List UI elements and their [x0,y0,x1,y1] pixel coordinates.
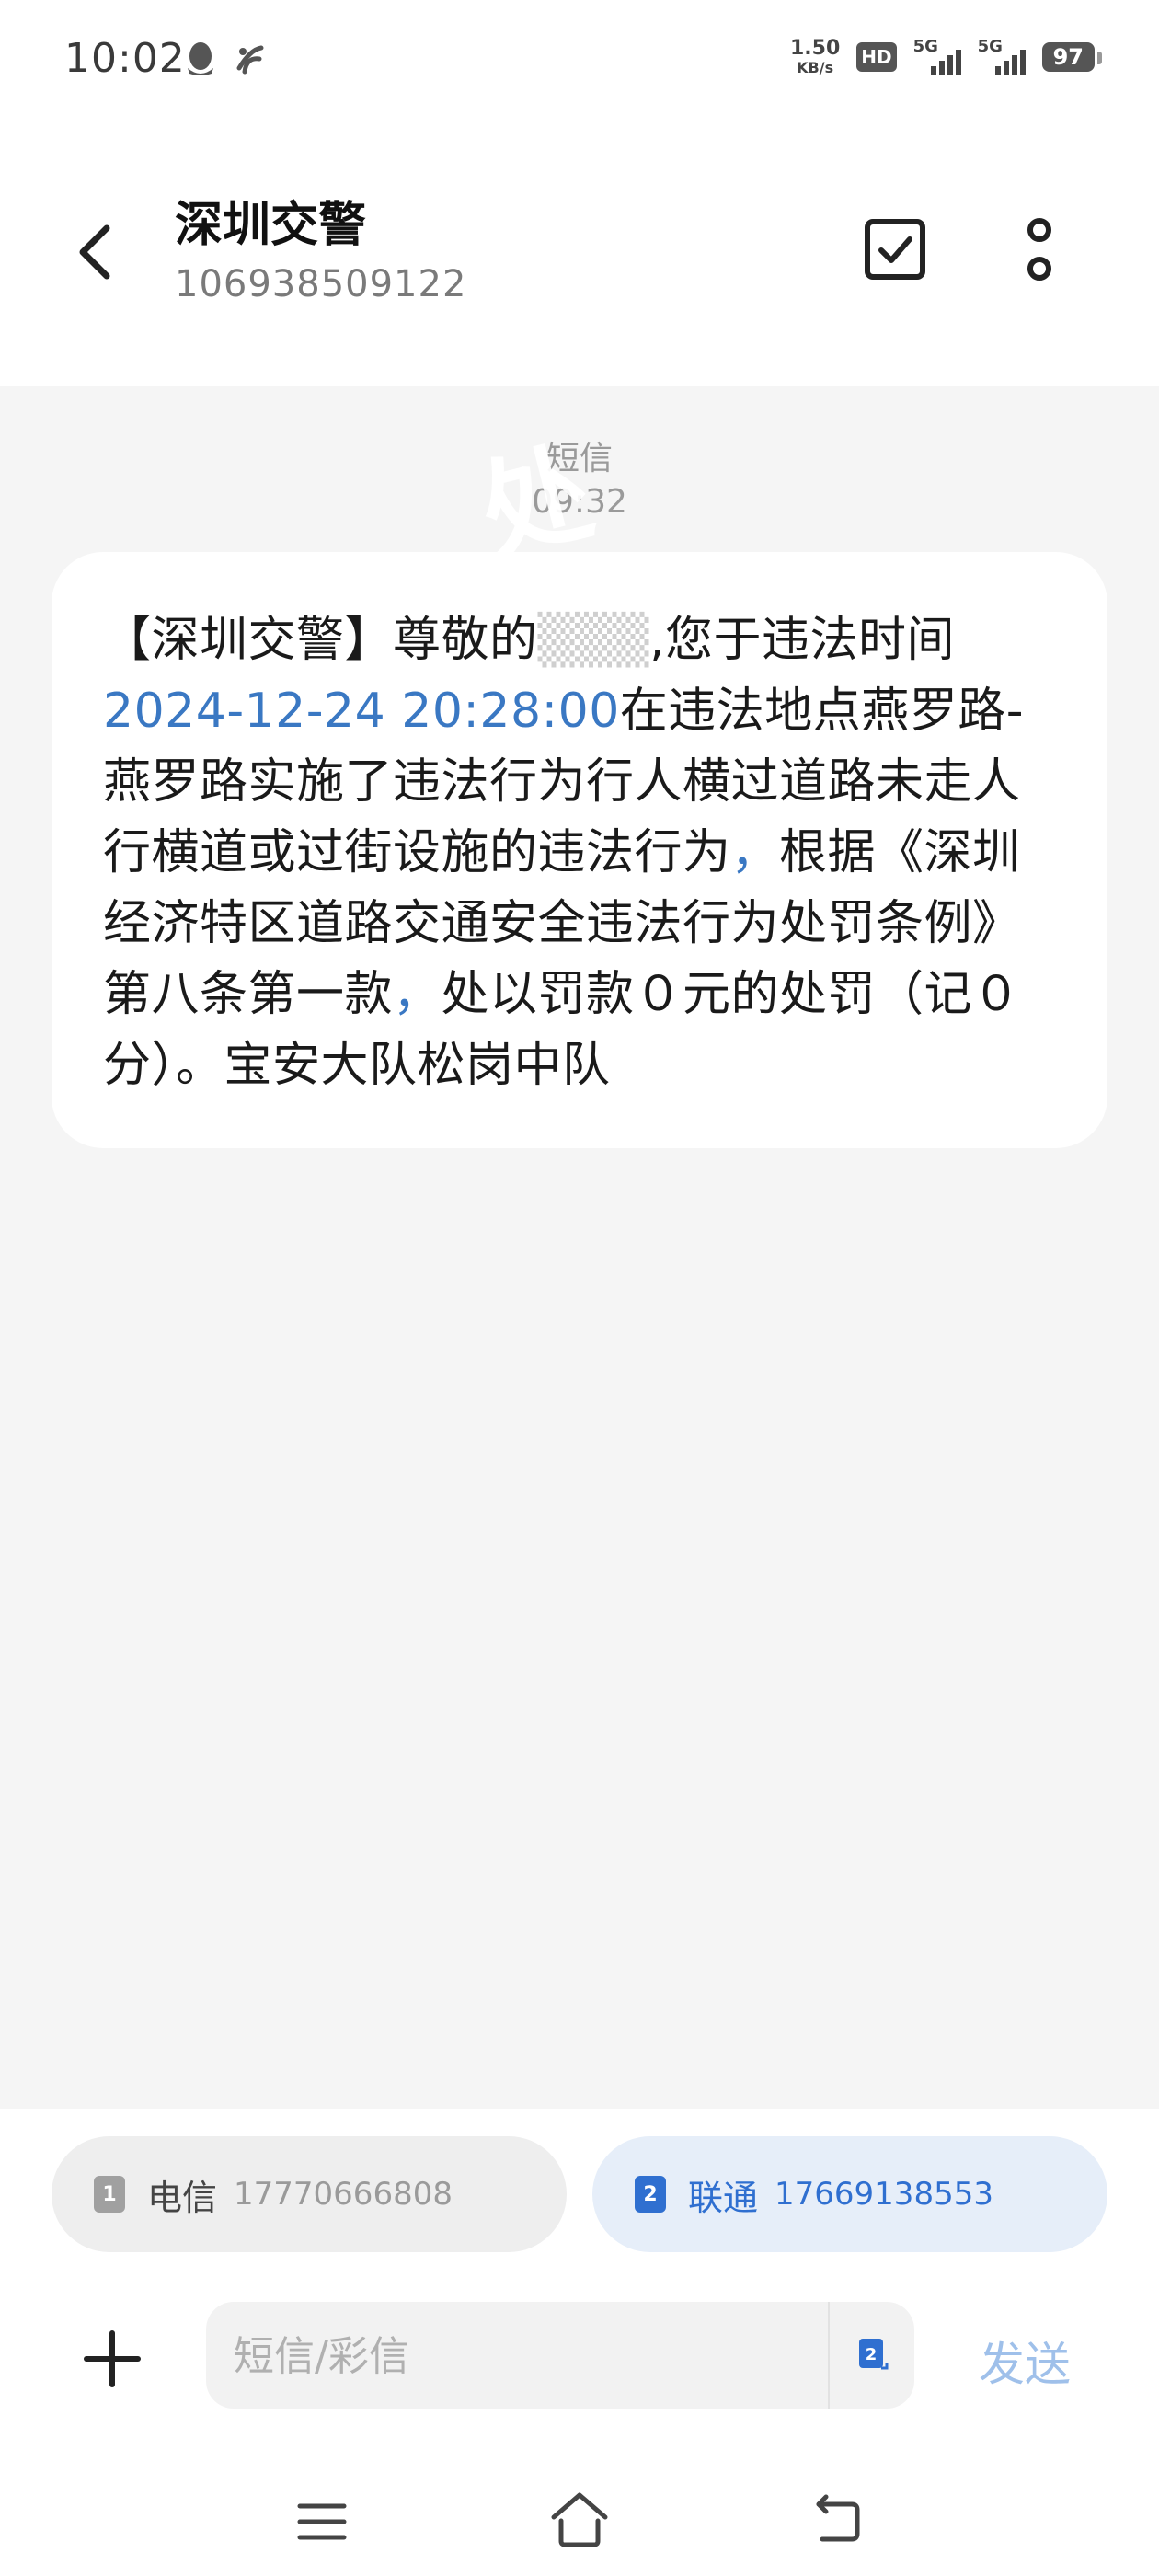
system-nav-bar [0,2467,1159,2576]
redacted-name: ▒▒▒ [537,613,649,668]
compose-area: 1 电信 17770666808 2 联通 17669138553 2 发送 [0,2109,1159,2576]
message-datetime-link[interactable]: 2024-12-24 20:28:00 [103,684,620,739]
system-indicators: 1.50 KB/s HD 5G 5G 97 [789,37,1103,76]
sim1-carrier: 电信 [147,2177,218,2218]
contact-name: 深圳交警 [175,198,367,253]
compose-row: 2 发送 [0,2302,1159,2412]
more-vertical-icon[interactable] [1012,213,1067,287]
message-list[interactable]: 短信 09:32 处 【深圳交警】尊敬的▒▒▒,您于违法时间2024-12-24… [0,386,1159,2109]
conversation-header: 深圳交警 106938509122 [0,125,1159,386]
home-icon[interactable] [548,2490,611,2548]
status-time: 10:02 [64,35,186,82]
hd-voice-icon: HD [856,42,897,72]
battery-icon: 97 [1041,42,1103,72]
sim1-signal-icon: 5G [913,37,961,75]
sim2-icon: 2 [635,2176,666,2213]
sim1-icon: 1 [94,2176,125,2213]
notification-icons [184,40,269,77]
sim-switch-icon[interactable]: 2 [854,2337,890,2374]
sim1-number: 17770666808 [234,2176,453,2213]
send-sim1-button[interactable]: 1 电信 17770666808 [52,2136,567,2252]
sim2-carrier: 联通 [688,2177,759,2218]
checkbox-select-icon[interactable] [863,217,927,282]
qq-icon [188,42,213,75]
network-speed: 1.50 KB/s [789,37,841,76]
message-text: 【深圳交警】尊敬的▒▒▒,您于违法时间2024-12-24 20:28:00在违… [103,613,1025,1093]
send-sim2-button[interactable]: 2 联通 17669138553 [592,2136,1107,2252]
send-button[interactable]: 发送 [979,2328,1071,2394]
contact-number: 106938509122 [175,263,467,305]
svg-text:2: 2 [866,2345,878,2364]
menu-icon[interactable] [296,2499,348,2545]
compose-divider [828,2302,830,2409]
sim2-number: 17669138553 [775,2176,993,2213]
plus-icon[interactable] [83,2329,142,2388]
message-bubble[interactable]: 【深圳交警】尊敬的▒▒▒,您于违法时间2024-12-24 20:28:00在违… [52,552,1107,1148]
back-arrow-icon[interactable] [64,215,129,289]
back-nav-icon[interactable] [811,2493,863,2545]
status-bar: 10:02 1.50 KB/s HD 5G 5G 97 [0,0,1159,125]
compose-field: 2 [206,2302,914,2410]
sim2-signal-icon: 5G [978,37,1026,75]
message-input[interactable] [232,2302,806,2410]
telecom-icon [236,45,264,75]
